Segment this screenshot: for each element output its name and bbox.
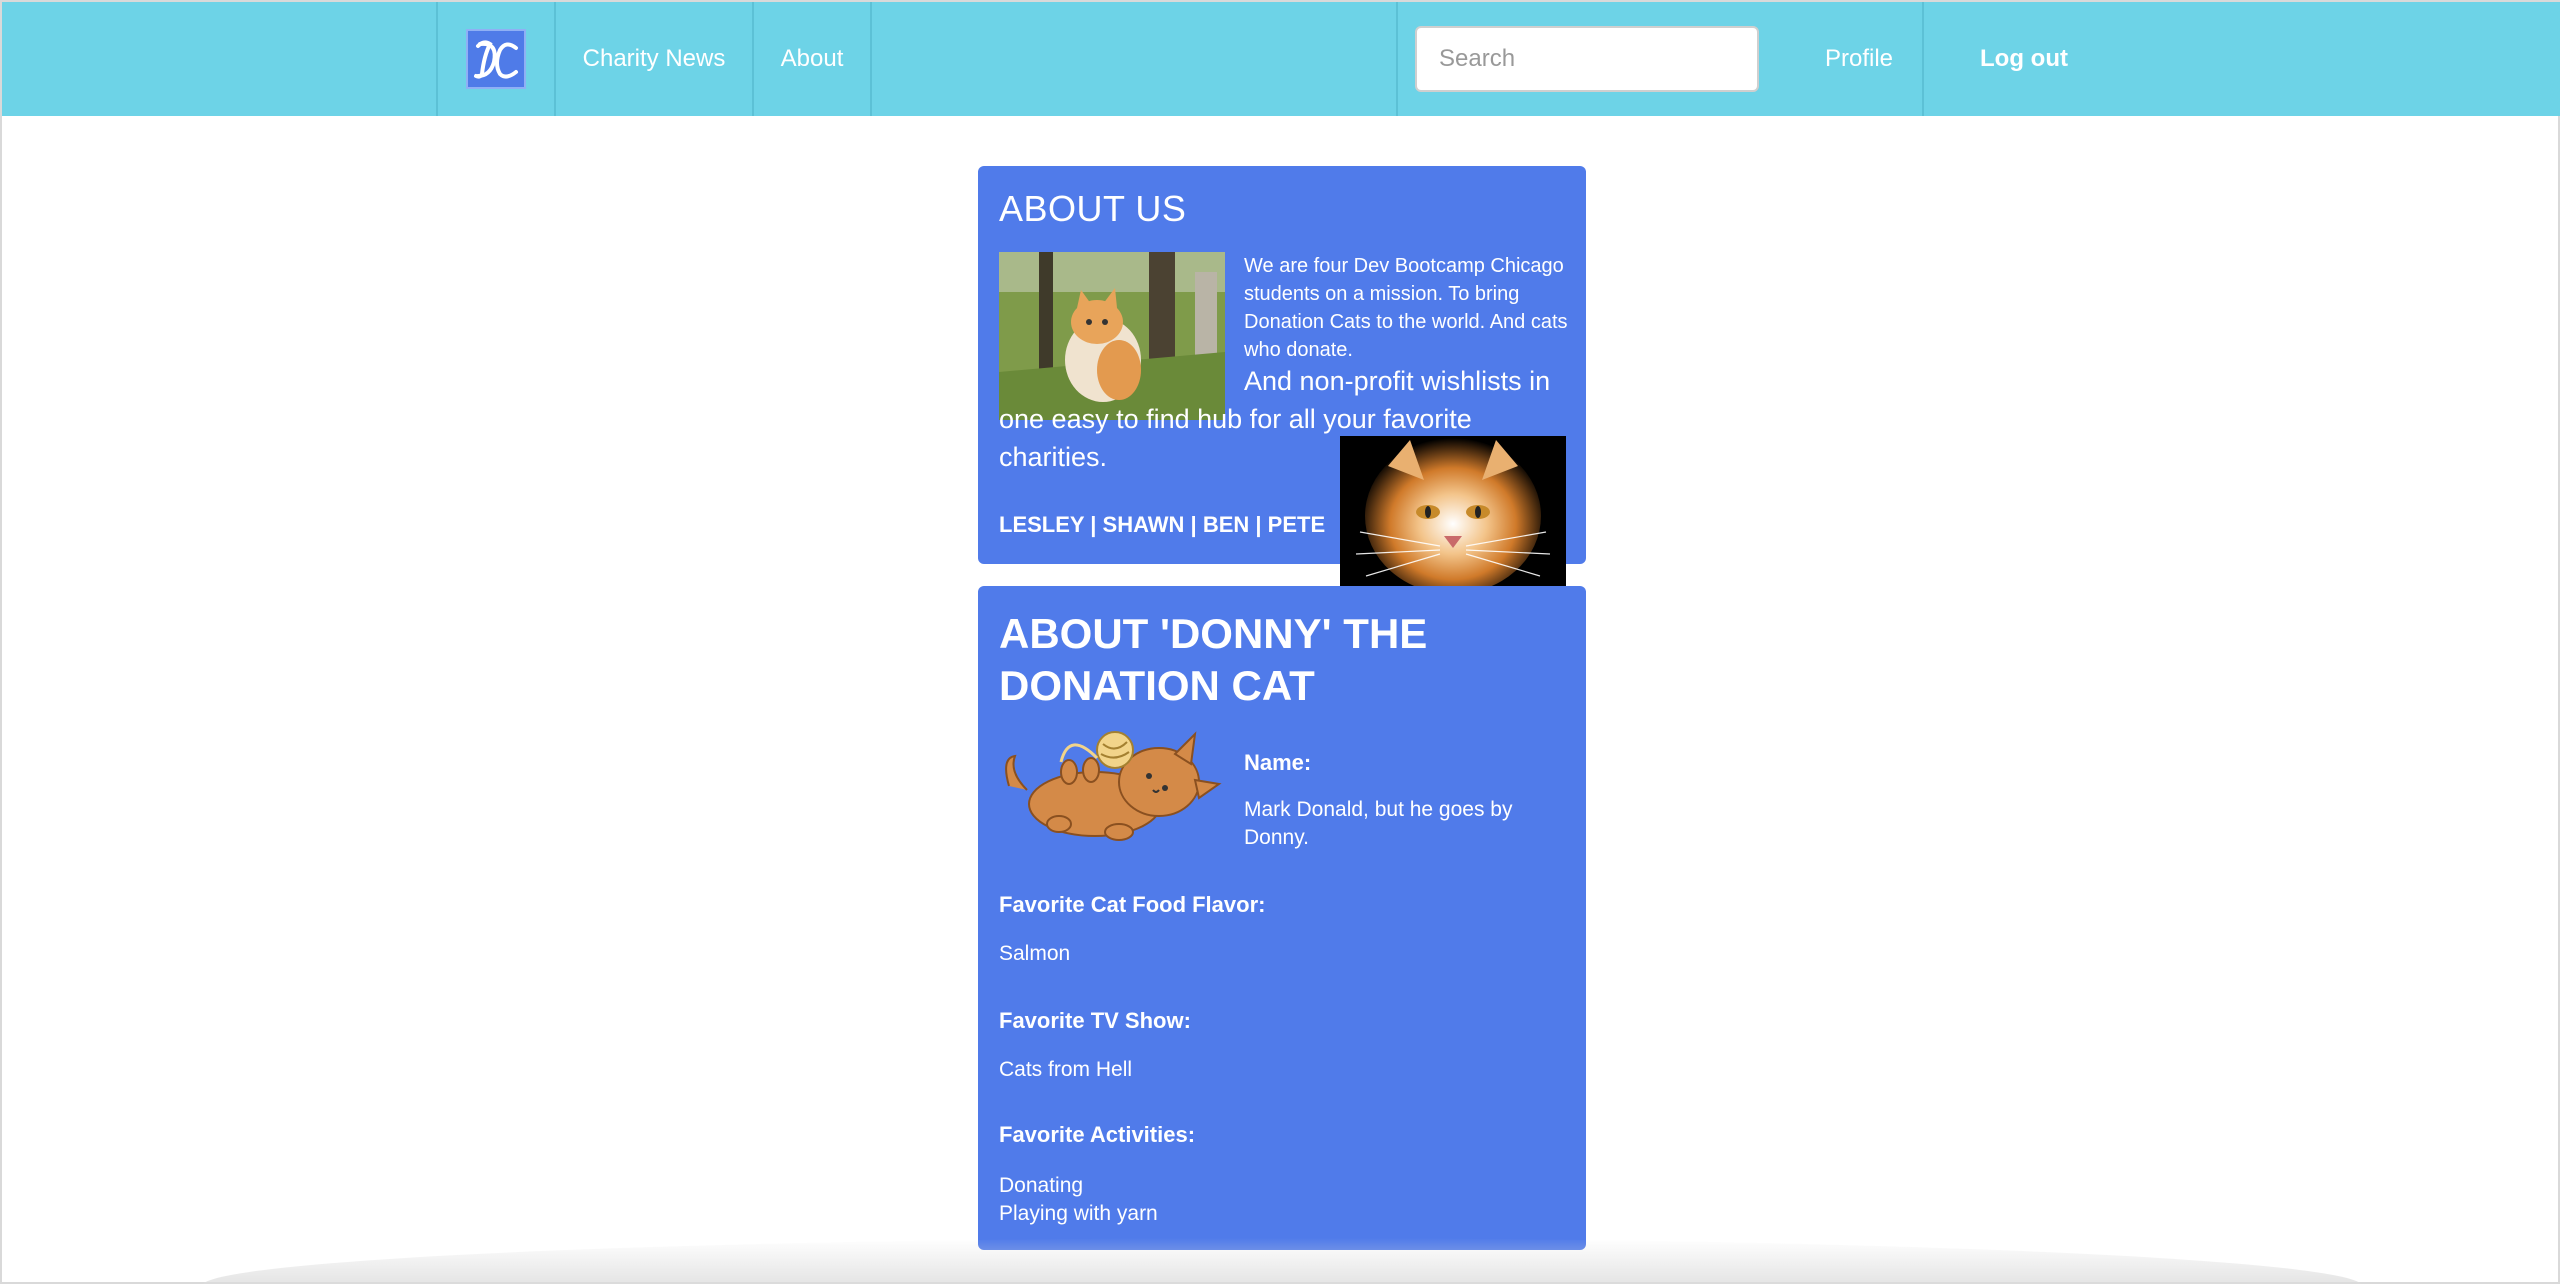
search-input[interactable] bbox=[1415, 26, 1759, 92]
name-value: Mark Donald, but he goes by Donny. bbox=[1244, 798, 1513, 849]
about-us-title: ABOUT US bbox=[999, 188, 1187, 229]
activity-item: Playing with yarn bbox=[999, 1202, 1158, 1225]
nav-link-charity-news-label: Charity News bbox=[582, 45, 726, 72]
donny-cat-illustration bbox=[999, 728, 1225, 846]
logout-button-label: Log out bbox=[1980, 45, 2068, 72]
dc-logo-icon bbox=[466, 29, 526, 89]
food-label: Favorite Cat Food Flavor: bbox=[999, 892, 1266, 917]
activity-item: Donating bbox=[999, 1174, 1084, 1197]
nav-link-profile-label: Profile bbox=[1824, 45, 1894, 72]
search-form bbox=[1396, 2, 1776, 116]
tv-show-value: Cats from Hell bbox=[999, 1058, 1133, 1081]
activities-label: Favorite Activities: bbox=[999, 1122, 1196, 1147]
food-value: Salmon bbox=[999, 942, 1071, 965]
cat-photo-closeup bbox=[1340, 436, 1566, 586]
about-us-intro: We are four Dev Bootcamp Chicago student… bbox=[1244, 255, 1568, 361]
nav-link-about-label: About bbox=[780, 45, 844, 72]
top-navbar: Charity News About Profile Log out bbox=[2, 2, 2560, 116]
about-us-card: ABOUT US We are four Dev Bootcamp Chicag… bbox=[978, 166, 1586, 586]
team-names: LESLEY | SHAWN | BEN | PETE bbox=[999, 512, 1326, 537]
donny-card: ABOUT 'DONNY' THE DONATION CAT Name: Mar… bbox=[978, 586, 1586, 1250]
page: Charity News About Profile Log out ABOUT… bbox=[0, 0, 2560, 1284]
brand-logo-link[interactable] bbox=[436, 2, 554, 116]
donny-title: ABOUT 'DONNY' THE DONATION CAT bbox=[999, 610, 1428, 709]
nav-link-profile[interactable]: Profile bbox=[1796, 2, 1922, 116]
name-label: Name: bbox=[1244, 750, 1312, 775]
nav-link-charity-news[interactable]: Charity News bbox=[554, 2, 752, 116]
bottom-shadow-divider bbox=[202, 1238, 2362, 1284]
nav-link-about[interactable]: About bbox=[752, 2, 872, 116]
tv-show-label: Favorite TV Show: bbox=[999, 1008, 1191, 1033]
logout-button[interactable]: Log out bbox=[1922, 2, 2124, 116]
